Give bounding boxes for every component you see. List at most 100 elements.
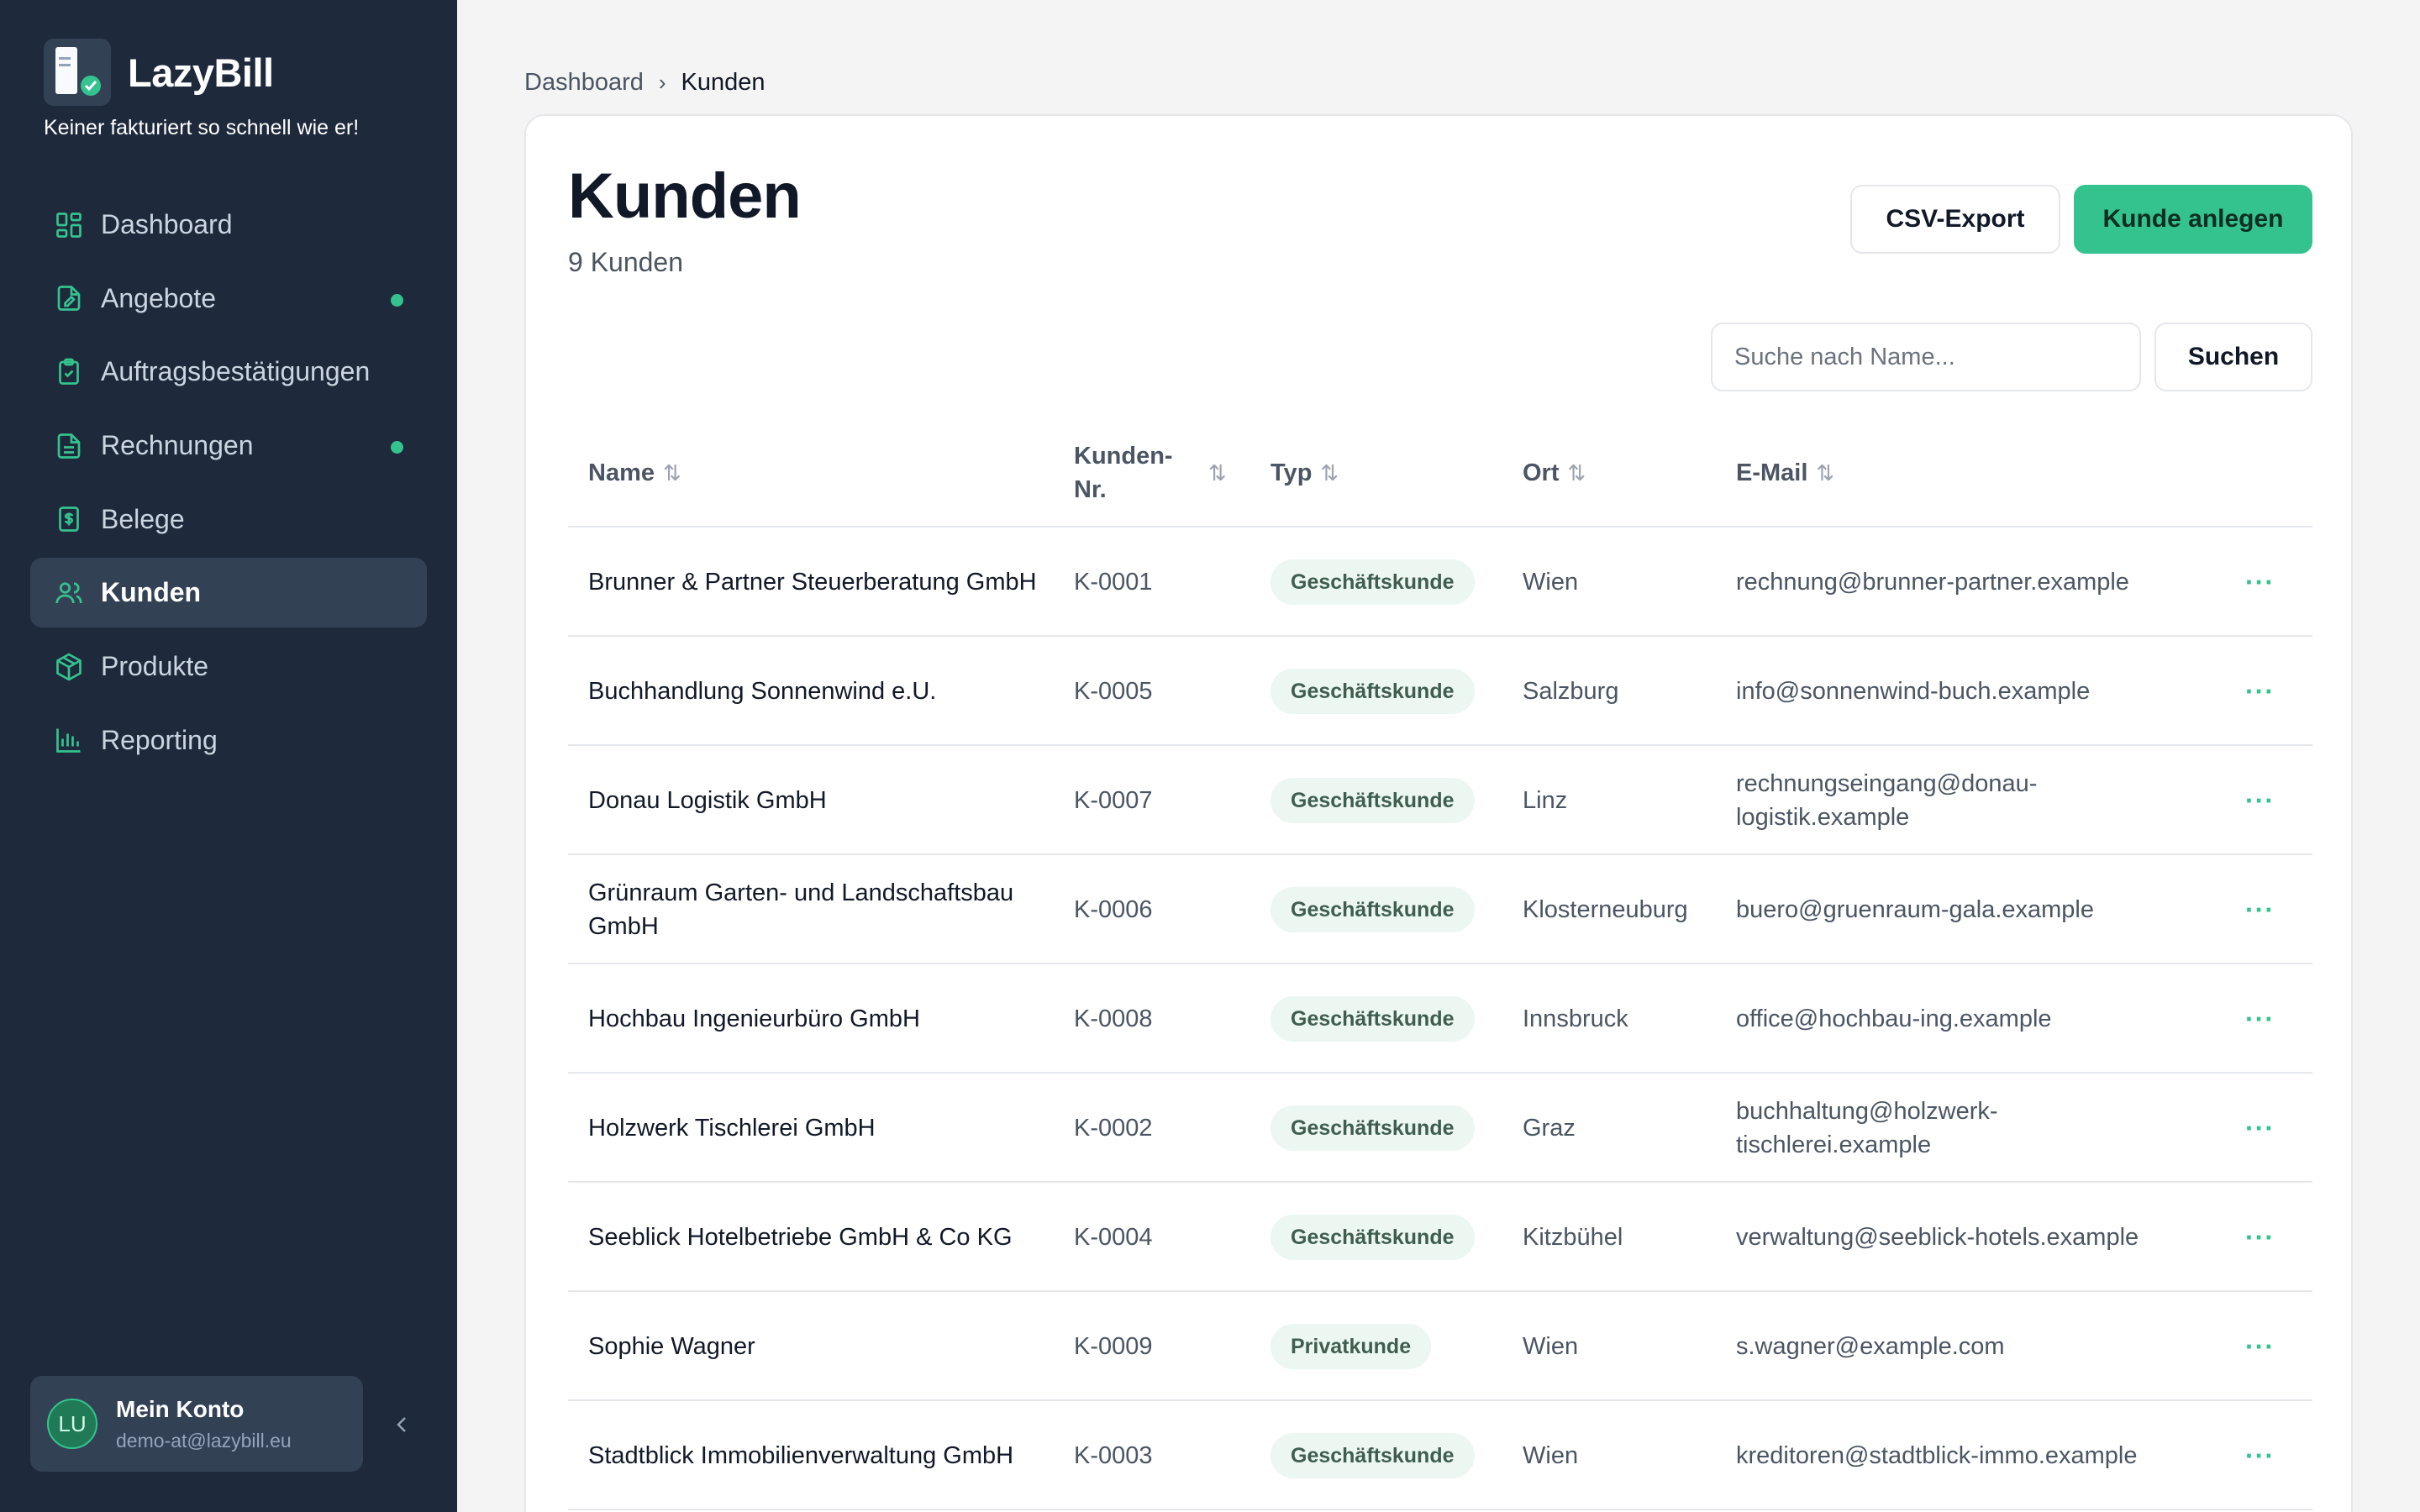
account-card[interactable]: LU Mein Konto demo-at@lazybill.eu	[30, 1376, 363, 1472]
table-row[interactable]: Grünraum Garten- und Landschaftsbau GmbH…	[568, 855, 2312, 964]
customer-type-badge: Geschäftskunde	[1270, 1215, 1475, 1260]
sidebar-item-label: Dashboard	[101, 209, 233, 239]
sidebar-item-label: Reporting	[101, 724, 218, 755]
customer-city: Salzburg	[1523, 678, 1619, 705]
sidebar-item-angebote[interactable]: Angebote	[30, 264, 427, 333]
sidebar-item-label: Kunden	[101, 577, 202, 608]
sort-icon: ⇅	[663, 459, 681, 486]
sidebar-item-produkte[interactable]: Produkte	[30, 632, 427, 701]
file-edit-icon	[57, 286, 81, 312]
customer-number: K-0003	[1074, 1442, 1153, 1469]
breadcrumb-dashboard-link[interactable]: Dashboard	[524, 69, 644, 97]
table-row[interactable]: Stadtblick Immobilienverwaltung GmbH K-0…	[568, 1401, 2312, 1510]
customer-name: Grünraum Garten- und Landschaftsbau GmbH	[588, 879, 1014, 940]
customer-number: K-0006	[1074, 896, 1153, 923]
table-row[interactable]: Donau Logistik GmbH K-0007 Geschäftskund…	[568, 746, 2312, 855]
notification-dot	[391, 293, 403, 307]
customer-city: Graz	[1523, 1115, 1576, 1142]
more-actions-icon[interactable]: ···	[2245, 1401, 2296, 1510]
more-actions-icon[interactable]: ···	[2245, 637, 2296, 746]
customer-type-badge: Geschäftskunde	[1270, 669, 1475, 714]
sidebar-item-label: Belege	[101, 503, 185, 534]
table-header: Name ⇅ Kunden-Nr. ⇅ Typ ⇅ Ort ⇅ E-Mail ⇅	[568, 418, 2312, 528]
table-row[interactable]: Sophie Wagner K-0009 Privatkunde Wien s.…	[568, 1292, 2312, 1401]
column-header-typ[interactable]: Typ ⇅	[1270, 418, 1339, 528]
search-input[interactable]	[1711, 323, 2141, 391]
sidebar-nav: Dashboard Angebote Auftragsbestätigungen…	[30, 190, 427, 780]
table-row[interactable]: Brunner & Partner Steuerberatung GmbH K-…	[568, 528, 2312, 637]
customer-number: K-0007	[1074, 787, 1153, 814]
csv-export-button[interactable]: CSV-Export	[1850, 185, 2060, 254]
customer-name: Seeblick Hotelbetriebe GmbH & Co KG	[588, 1224, 1013, 1251]
sidebar-item-dashboard[interactable]: Dashboard	[30, 190, 427, 260]
sidebar-item-kunden[interactable]: Kunden	[30, 558, 427, 628]
customer-email: buchhaltung@holzwerk-tischlerei.example	[1736, 1098, 1998, 1158]
more-actions-icon[interactable]: ···	[2245, 964, 2296, 1074]
customers-card: Kunden 9 Kunden CSV-Export Kunde anlegen…	[524, 114, 2353, 1512]
customer-email: rechnung@brunner-partner.example	[1736, 569, 2129, 596]
customer-type-badge: Geschäftskunde	[1270, 1105, 1475, 1151]
more-actions-icon[interactable]: ···	[2245, 528, 2296, 637]
customer-type-badge: Privatkunde	[1270, 1324, 1432, 1369]
customer-type-badge: Geschäftskunde	[1270, 559, 1475, 605]
column-header-kunden-nr[interactable]: Kunden-Nr. ⇅	[1074, 418, 1234, 528]
sidebar-item-belege[interactable]: Belege	[30, 485, 427, 554]
sidebar-item-label: Auftragsbestätigungen	[101, 356, 371, 387]
customer-city: Innsbruck	[1523, 1005, 1628, 1032]
bar-chart-icon	[56, 728, 81, 753]
notification-dot	[391, 441, 403, 454]
account-name: Mein Konto	[116, 1395, 245, 1422]
customer-number: K-0009	[1074, 1333, 1153, 1360]
app-name: LazyBill	[128, 50, 274, 95]
sidebar-item-reporting[interactable]: Reporting	[30, 706, 427, 775]
more-actions-icon[interactable]: ···	[2245, 1074, 2296, 1183]
sort-icon: ⇅	[1208, 459, 1227, 486]
sidebar-item-rechnungen[interactable]: Rechnungen	[30, 411, 427, 480]
customer-city: Wien	[1523, 1333, 1579, 1360]
table-row[interactable]: Seeblick Hotelbetriebe GmbH & Co KG K-00…	[568, 1183, 2312, 1292]
customer-number: K-0002	[1074, 1115, 1153, 1142]
customer-city: Kitzbühel	[1523, 1224, 1623, 1251]
customer-city: Klosterneuburg	[1523, 896, 1688, 923]
more-actions-icon[interactable]: ···	[2245, 1183, 2296, 1292]
account-email: demo-at@lazybill.eu	[116, 1429, 292, 1452]
brand[interactable]: LazyBill	[44, 39, 274, 106]
breadcrumb: Dashboard › Kunden	[524, 69, 765, 97]
sort-icon: ⇅	[1567, 459, 1586, 486]
table-row[interactable]: Buchhandlung Sonnenwind e.U. K-0005 Gesc…	[568, 637, 2312, 746]
box-icon	[56, 653, 82, 681]
more-actions-icon[interactable]: ···	[2245, 746, 2296, 855]
dashboard-icon	[56, 212, 82, 238]
customer-type-badge: Geschäftskunde	[1270, 1433, 1475, 1478]
column-header-email[interactable]: E-Mail ⇅	[1736, 418, 1834, 528]
chevron-left-icon	[397, 1417, 406, 1432]
column-header-name[interactable]: Name ⇅	[588, 418, 681, 528]
table-row[interactable]: Holzwerk Tischlerei GmbH K-0002 Geschäft…	[568, 1074, 2312, 1183]
logo-icon	[44, 39, 111, 106]
invoice-icon	[57, 433, 81, 459]
customer-name: Buchhandlung Sonnenwind e.U.	[588, 678, 937, 705]
customer-email: office@hochbau-ing.example	[1736, 1005, 2052, 1032]
more-actions-icon[interactable]: ···	[2245, 855, 2296, 964]
receipt-icon	[59, 507, 79, 533]
sidebar: LazyBill Keiner fakturiert so schnell wi…	[0, 0, 457, 1512]
column-header-ort[interactable]: Ort ⇅	[1523, 418, 1586, 528]
create-customer-button[interactable]: Kunde anlegen	[2074, 185, 2312, 254]
collapse-sidebar-button[interactable]	[390, 1408, 413, 1441]
customer-type-badge: Geschäftskunde	[1270, 996, 1475, 1042]
customer-name: Donau Logistik GmbH	[588, 787, 827, 814]
breadcrumb-current: Kunden	[681, 69, 765, 96]
clipboard-check-icon	[59, 358, 79, 385]
more-actions-icon[interactable]: ···	[2245, 1292, 2296, 1401]
customer-email: s.wagner@example.com	[1736, 1333, 2005, 1360]
customer-number: K-0001	[1074, 569, 1153, 596]
sidebar-item-auftragsbestaetigungen[interactable]: Auftragsbestätigungen	[30, 337, 427, 407]
search-button[interactable]: Suchen	[2154, 323, 2312, 391]
customer-email: rechnungseingang@donau-logistik.example	[1736, 770, 2038, 831]
table-row[interactable]: Hochbau Ingenieurbüro GmbH K-0008 Geschä…	[568, 964, 2312, 1074]
users-icon	[55, 582, 82, 604]
customer-email: info@sonnenwind-buch.example	[1736, 678, 2091, 705]
customer-name: Hochbau Ingenieurbüro GmbH	[588, 1005, 920, 1032]
customer-count: 9 Kunden	[568, 247, 684, 277]
customer-number: K-0005	[1074, 678, 1153, 705]
